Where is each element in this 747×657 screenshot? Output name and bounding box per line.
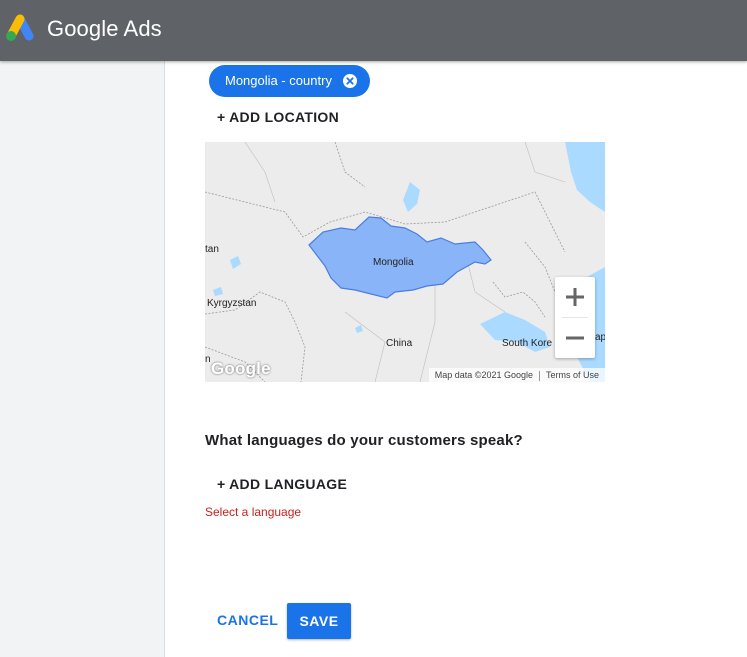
brand-title: Google Ads [47, 16, 162, 41]
google-ads-logo-icon[interactable] [4, 14, 36, 44]
zoom-control [555, 277, 595, 358]
terms-of-use-link[interactable]: Terms of Use [546, 370, 599, 380]
sidebar [0, 61, 165, 657]
save-button[interactable]: SAVE [287, 603, 351, 639]
map-label-japan: ap [595, 332, 605, 343]
map-label-kyrgyzstan: Kyrgyzstan [207, 298, 257, 309]
add-language-button[interactable]: + ADD LANGUAGE [217, 476, 347, 492]
zoom-in-button[interactable] [555, 277, 595, 317]
map-attribution: Map data ©2021 Google Terms of Use [428, 368, 605, 382]
location-chip-label: Mongolia - country [225, 73, 332, 88]
cancel-button[interactable]: CANCEL [217, 612, 278, 628]
map-label-china: China [386, 338, 413, 349]
minus-icon [566, 336, 584, 340]
add-location-button[interactable]: + ADD LOCATION [217, 109, 339, 125]
map-label-south-korea: South Kore [502, 338, 553, 349]
zoom-out-button[interactable] [555, 318, 595, 358]
plus-icon [566, 288, 584, 306]
languages-question: What languages do your customers speak? [205, 432, 523, 449]
app-header: Google Ads [0, 0, 747, 61]
language-error: Select a language [205, 505, 302, 519]
map-data-credit: Map data ©2021 Google [434, 370, 533, 380]
map-label-mongolia: Mongolia [373, 257, 414, 268]
map-label-edge: n [205, 354, 211, 365]
location-chip[interactable]: Mongolia - country [209, 65, 370, 97]
footer-divider [538, 370, 540, 381]
map-label-stan: tan [205, 244, 219, 255]
close-circle-icon[interactable] [343, 74, 357, 88]
google-watermark: Google [211, 359, 271, 378]
location-map[interactable]: Mongolia tan Kyrgyzstan China South Kore… [205, 142, 605, 382]
